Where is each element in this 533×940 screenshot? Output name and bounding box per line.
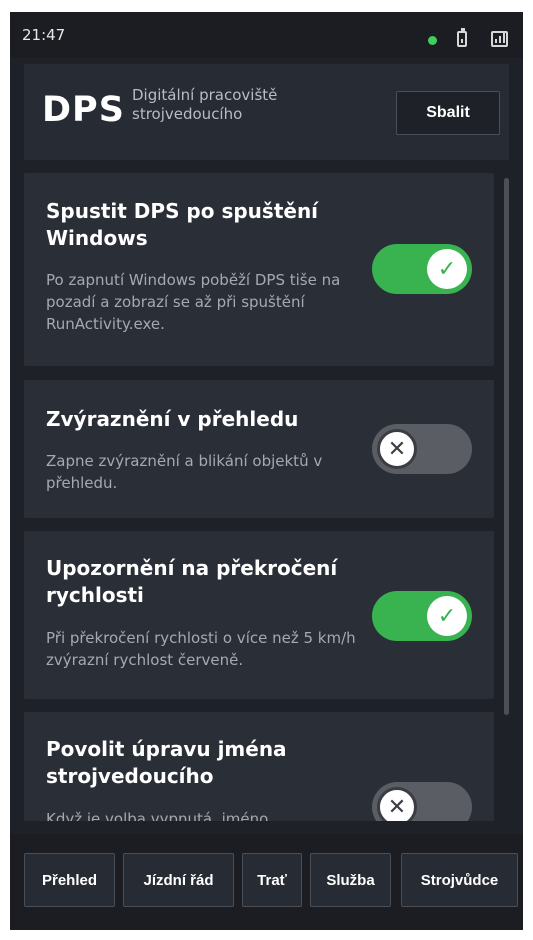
settings-scrollbar[interactable] xyxy=(504,178,509,715)
setting-card-speed-warning: Upozornění na překročení rychlosti Při p… xyxy=(24,531,494,699)
setting-description: Při překročení rychlosti o více než 5 km… xyxy=(46,629,356,669)
status-time: 21:47 xyxy=(22,26,66,44)
driver-name-toggle[interactable]: ✕ xyxy=(372,782,472,821)
app-window: 21:47 DPS Digitální pracoviště strojvedo… xyxy=(10,12,523,930)
app-subtitle: Digitální pracoviště strojvedoucího xyxy=(132,86,278,123)
nav-button-prehled[interactable]: Přehled xyxy=(24,853,115,907)
setting-title: Spustit DPS po spuštění Windows xyxy=(46,199,319,250)
speed-warning-toggle[interactable]: ✓ xyxy=(372,591,472,641)
setting-description: Po zapnutí Windows poběží DPS tiše na po… xyxy=(46,271,341,333)
autostart-toggle[interactable]: ✓ xyxy=(372,244,472,294)
battery-icon xyxy=(457,28,467,47)
app-logo: DPS xyxy=(42,90,125,130)
close-icon: ✕ xyxy=(377,429,417,469)
check-icon: ✓ xyxy=(427,596,467,636)
setting-description: Zapne zvýraznění a blikání objektů v pře… xyxy=(46,452,323,492)
check-icon: ✓ xyxy=(427,249,467,289)
status-dot-icon xyxy=(428,36,437,45)
setting-card-driver-name: Povolit úpravu jména strojvedoucího Když… xyxy=(24,712,494,821)
setting-title: Zvýraznění v přehledu xyxy=(46,407,299,431)
app-header: DPS Digitální pracoviště strojvedoucího … xyxy=(24,64,509,160)
highlight-toggle[interactable]: ✕ xyxy=(372,424,472,474)
setting-title: Upozornění na překročení rychlosti xyxy=(46,556,338,607)
nav-button-jizdni-rad[interactable]: Jízdní řád xyxy=(123,853,234,907)
status-bar: 21:47 xyxy=(10,12,523,58)
signal-icon xyxy=(491,31,508,47)
collapse-button[interactable]: Sbalit xyxy=(396,91,500,135)
nav-button-strojvudce[interactable]: Strojvůdce xyxy=(401,853,518,907)
setting-card-highlight: Zvýraznění v přehledu Zapne zvýraznění a… xyxy=(24,380,494,518)
nav-button-sluzba[interactable]: Služba xyxy=(310,853,391,907)
close-icon: ✕ xyxy=(377,787,417,821)
setting-description: Když je volba vypnutá, jméno xyxy=(46,810,269,821)
setting-title: Povolit úpravu jména strojvedoucího xyxy=(46,737,287,788)
nav-button-trat[interactable]: Trať xyxy=(242,853,302,907)
bottom-navigation: Přehled Jízdní řád Trať Služba Strojvůdc… xyxy=(10,834,523,930)
setting-card-autostart: Spustit DPS po spuštění Windows Po zapnu… xyxy=(24,173,494,366)
settings-list: Spustit DPS po spuštění Windows Po zapnu… xyxy=(24,164,509,821)
